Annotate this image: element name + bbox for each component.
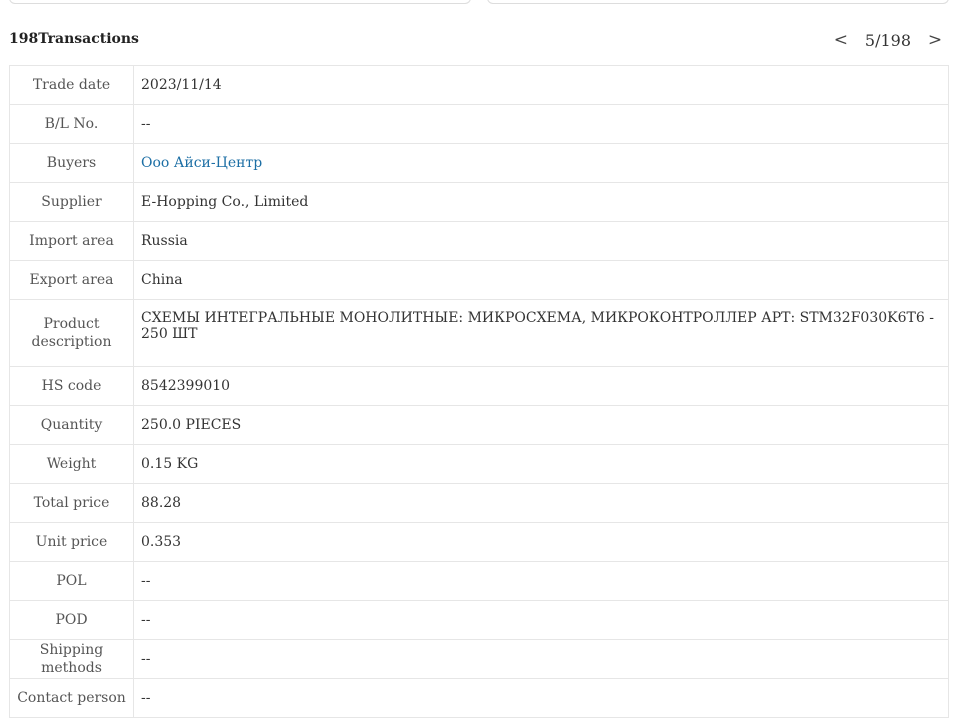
table-row: POL -- xyxy=(9,561,949,601)
contact-person-value: -- xyxy=(133,678,949,718)
total-price-label: Total price xyxy=(9,483,134,523)
trade-date-value: 2023/11/14 xyxy=(133,65,949,105)
bl-no-value: -- xyxy=(133,104,949,144)
buyers-cell: Ооо Айси-Центр xyxy=(133,143,949,183)
next-page-icon[interactable]: > xyxy=(923,30,947,50)
table-row: POD -- xyxy=(9,600,949,640)
page-indicator: 5/198 xyxy=(864,30,911,50)
shipping-methods-value: -- xyxy=(133,639,949,679)
buyers-label: Buyers xyxy=(9,143,134,183)
transactions-count-title: 198Transactions xyxy=(9,31,139,47)
weight-label: Weight xyxy=(9,444,134,484)
table-row: Trade date 2023/11/14 xyxy=(9,65,949,105)
transaction-details-table: Trade date 2023/11/14 B/L No. -- Buyers … xyxy=(9,65,949,718)
table-row: Quantity 250.0 PIECES xyxy=(9,405,949,445)
weight-value: 0.15 KG xyxy=(133,444,949,484)
export-area-value: China xyxy=(133,260,949,300)
table-row: Export area China xyxy=(9,260,949,300)
import-area-value: Russia xyxy=(133,221,949,261)
table-row: Buyers Ооо Айси-Центр xyxy=(9,143,949,183)
shipping-methods-label: Shipping methods xyxy=(9,639,134,679)
quantity-label: Quantity xyxy=(9,405,134,445)
bl-no-label: B/L No. xyxy=(9,104,134,144)
import-area-label: Import area xyxy=(9,221,134,261)
table-row: HS code 8542399010 xyxy=(9,366,949,406)
table-row: Product description СХЕМЫ ИНТЕГРАЛЬНЫЕ МО… xyxy=(9,299,949,367)
pod-value: -- xyxy=(133,600,949,640)
filter-box-right xyxy=(487,0,949,4)
trade-date-label: Trade date xyxy=(9,65,134,105)
product-description-label-line1: Product xyxy=(43,316,100,332)
unit-price-label: Unit price xyxy=(9,522,134,562)
pod-label: POD xyxy=(9,600,134,640)
export-area-label: Export area xyxy=(9,260,134,300)
supplier-value: E-Hopping Co., Limited xyxy=(133,182,949,222)
product-description-value: СХЕМЫ ИНТЕГРАЛЬНЫЕ МОНОЛИТНЫЕ: МИКРОСХЕМ… xyxy=(133,299,949,367)
total-price-value: 88.28 xyxy=(133,483,949,523)
pagination: < 5/198 > xyxy=(829,28,947,52)
table-row: Unit price 0.353 xyxy=(9,522,949,562)
hs-code-label: HS code xyxy=(9,366,134,406)
table-row: B/L No. -- xyxy=(9,104,949,144)
pol-value: -- xyxy=(133,561,949,601)
quantity-value: 250.0 PIECES xyxy=(133,405,949,445)
unit-price-value: 0.353 xyxy=(133,522,949,562)
table-row: Contact person -- xyxy=(9,678,949,718)
hs-code-value: 8542399010 xyxy=(133,366,949,406)
pol-label: POL xyxy=(9,561,134,601)
table-row: Supplier E-Hopping Co., Limited xyxy=(9,182,949,222)
table-row: Import area Russia xyxy=(9,221,949,261)
product-description-label: Product description xyxy=(9,299,134,367)
filter-box-left xyxy=(9,0,471,4)
prev-page-icon[interactable]: < xyxy=(829,30,853,50)
buyer-link[interactable]: Ооо Айси-Центр xyxy=(141,155,262,171)
supplier-label: Supplier xyxy=(9,182,134,222)
contact-person-label: Contact person xyxy=(9,678,134,718)
product-description-label-line2: description xyxy=(31,334,112,350)
table-row: Weight 0.15 KG xyxy=(9,444,949,484)
table-row: Total price 88.28 xyxy=(9,483,949,523)
transactions-header: 198Transactions < 5/198 > xyxy=(9,24,947,56)
table-row: Shipping methods -- xyxy=(9,639,949,679)
